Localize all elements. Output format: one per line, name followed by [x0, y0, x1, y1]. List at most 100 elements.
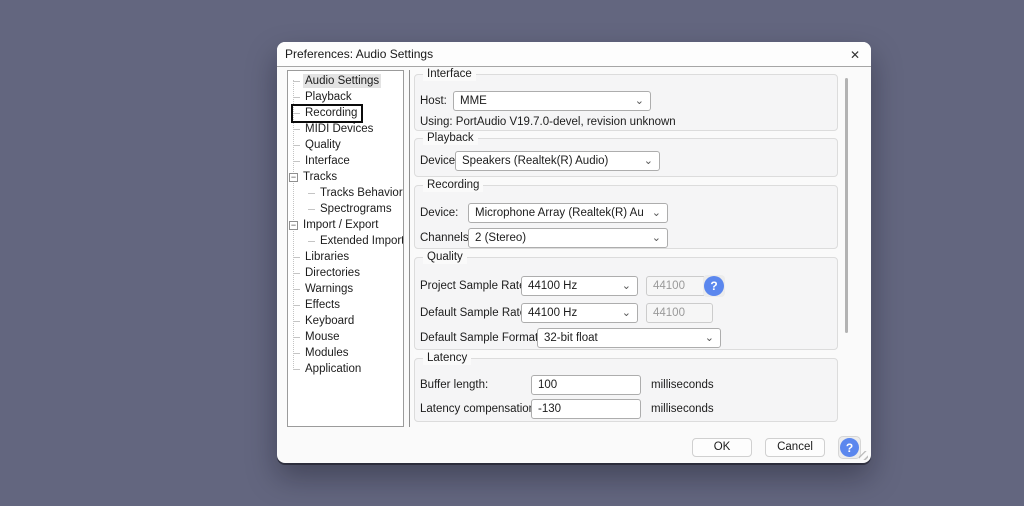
buffer-length-unit: milliseconds [651, 379, 714, 391]
tree-connector [293, 352, 300, 354]
default-sample-format-dropdown[interactable]: 32-bit float ⌄ [537, 328, 721, 348]
sidebar-item-libraries[interactable]: Libraries [288, 249, 403, 265]
sidebar-item-spectrograms[interactable]: Spectrograms [288, 201, 403, 217]
default-sample-format-label: Default Sample Format: [420, 332, 542, 344]
buffer-length-input[interactable] [531, 375, 641, 395]
sample-rate-help-button[interactable]: ? [703, 275, 725, 297]
cancel-button[interactable]: Cancel [765, 438, 825, 457]
preferences-dialog: Preferences: Audio Settings ✕ Audio Sett… [277, 42, 871, 463]
latency-compensation-label: Latency compensation: [420, 403, 539, 415]
sidebar-item-application[interactable]: Application [288, 361, 403, 377]
tree-item-inner: Mouse [293, 330, 344, 345]
tree-connector [293, 144, 300, 146]
sidebar-item-recording[interactable]: Recording [288, 103, 403, 123]
tree-connector [293, 272, 300, 274]
tree-item-label: Mouse [305, 331, 340, 343]
ok-button[interactable]: OK [692, 438, 752, 457]
help-icon: ? [704, 276, 724, 296]
sidebar-item-keyboard[interactable]: Keyboard [288, 313, 403, 329]
tree-item-inner: Audio Settings [293, 74, 383, 89]
collapse-icon[interactable]: − [289, 220, 298, 230]
interface-group-title: Interface [423, 68, 476, 81]
latency-compensation-input[interactable] [531, 399, 641, 419]
tree-connector [308, 192, 315, 194]
recording-group: Recording Device: Microphone Array (Real… [414, 179, 838, 249]
sidebar-item-tracks-behaviors[interactable]: Tracks Behaviors [288, 185, 403, 201]
dialog-help-button[interactable]: ? [838, 436, 861, 459]
window-title: Preferences: Audio Settings [285, 47, 434, 61]
tree-item-inner: − Import / Export [289, 218, 382, 233]
sidebar-item-effects[interactable]: Effects [288, 297, 403, 313]
channels-dropdown[interactable]: 2 (Stereo) ⌄ [468, 228, 668, 248]
tree-item-inner: Modules [293, 346, 352, 361]
tree-item-inner: Libraries [293, 250, 353, 265]
close-icon[interactable]: ✕ [845, 45, 865, 64]
default-sample-rate-dropdown[interactable]: 44100 Hz ⌄ [521, 303, 638, 323]
tree-item-inner: Interface [293, 154, 354, 169]
sidebar-item-midi-devices[interactable]: MIDI Devices [288, 121, 403, 137]
sidebar-item-directories[interactable]: Directories [288, 265, 403, 281]
tree-item-label: Quality [305, 139, 341, 151]
quality-group-title: Quality [423, 251, 467, 264]
tree-item-inner: Application [293, 362, 365, 377]
sidebar-item-warnings[interactable]: Warnings [288, 281, 403, 297]
tree-item-inner: Extended Import [308, 234, 403, 249]
playback-device-label: Device: [420, 155, 459, 167]
titlebar[interactable]: Preferences: Audio Settings ✕ [277, 42, 871, 67]
chevron-down-icon: ⌄ [643, 155, 653, 167]
tree-item-label: Directories [305, 267, 360, 279]
channels-label: Channels: [420, 232, 472, 244]
tree-item-inner: − Tracks [289, 170, 341, 185]
tree-connector [293, 128, 300, 130]
collapse-icon[interactable]: − [289, 172, 298, 182]
tree-connector [308, 240, 315, 242]
latency-group-title: Latency [423, 352, 472, 365]
chevron-down-icon: ⌄ [651, 232, 661, 244]
default-sample-rate-value: 44100 Hz [528, 307, 578, 319]
recording-group-title: Recording [423, 179, 484, 192]
project-sample-rate-dropdown[interactable]: 44100 Hz ⌄ [521, 276, 638, 296]
tree-item-label: Libraries [305, 251, 350, 263]
project-sample-rate-label: Project Sample Rate: [420, 280, 529, 292]
chevron-down-icon: ⌄ [704, 332, 714, 344]
sidebar-item-tracks[interactable]: − Tracks [288, 169, 403, 185]
tree-connector [293, 80, 300, 82]
recording-device-value: Microphone Array (Realtek(R) Au [475, 207, 644, 219]
recording-device-dropdown[interactable]: Microphone Array (Realtek(R) Au ⌄ [468, 203, 668, 223]
tree-item-label: Audio Settings [303, 74, 382, 88]
channels-value: 2 (Stereo) [475, 232, 527, 244]
tree-item-label: Effects [305, 299, 340, 311]
tree-item-label: Tracks Behaviors [320, 187, 404, 199]
tree-connector [293, 96, 300, 98]
tree-item-inner: Quality [293, 138, 345, 153]
interface-group: Interface Host: MME ⌄ Using: PortAudio V… [414, 68, 838, 131]
tree-item-inner: Effects [293, 298, 344, 313]
sidebar-item-playback[interactable]: Playback [288, 89, 403, 105]
settings-tree[interactable]: Audio Settings Playback Recording MIDI Devi… [287, 70, 404, 427]
tree-connector [293, 256, 300, 258]
sidebar-item-import-export[interactable]: − Import / Export [288, 217, 403, 233]
resize-grip[interactable] [859, 451, 868, 460]
sidebar-item-modules[interactable]: Modules [288, 345, 403, 361]
chevron-down-icon: ⌄ [621, 307, 631, 319]
playback-device-value: Speakers (Realtek(R) Audio) [462, 155, 609, 167]
tree-item-label: Recording [305, 107, 358, 119]
chevron-down-icon: ⌄ [621, 280, 631, 292]
scrollbar-thumb[interactable] [845, 78, 848, 333]
sidebar-item-audio-settings[interactable]: Audio Settings [288, 73, 403, 89]
host-dropdown-value: MME [460, 95, 487, 107]
sidebar-item-quality[interactable]: Quality [288, 137, 403, 153]
tree-item-label: Application [305, 363, 362, 375]
sidebar-item-mouse[interactable]: Mouse [288, 329, 403, 345]
tree-item-label: Warnings [305, 283, 354, 295]
tree-connector [293, 336, 300, 338]
tree-connector [293, 320, 300, 322]
host-dropdown[interactable]: MME ⌄ [453, 91, 651, 111]
sidebar-item-interface[interactable]: Interface [288, 153, 403, 169]
tree-item-inner: Directories [293, 266, 364, 281]
tree-item-label: MIDI Devices [305, 123, 374, 135]
tree-item-inner: Keyboard [293, 314, 358, 329]
portaudio-version-text: Using: PortAudio V19.7.0-devel, revision… [420, 116, 676, 128]
playback-device-dropdown[interactable]: Speakers (Realtek(R) Audio) ⌄ [455, 151, 660, 171]
sidebar-item-extended-import[interactable]: Extended Import [288, 233, 403, 249]
